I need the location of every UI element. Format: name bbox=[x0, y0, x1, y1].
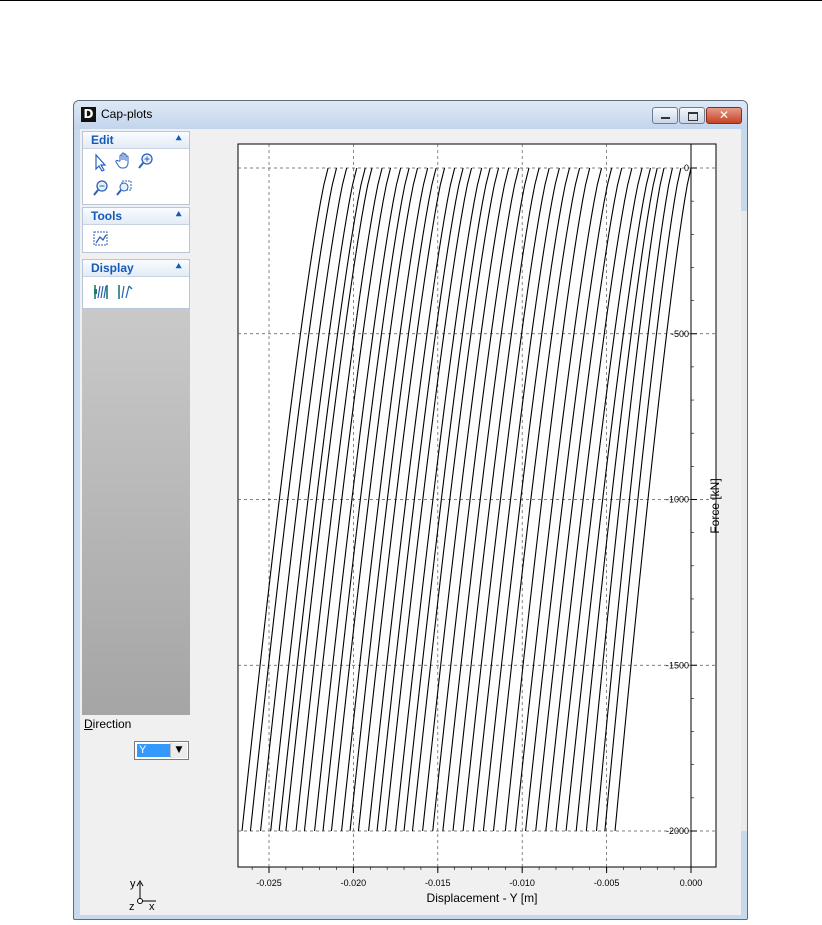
axis-z-label: z bbox=[129, 901, 135, 911]
y-tick-label: -2000 bbox=[666, 826, 689, 836]
maximize-button[interactable] bbox=[679, 107, 705, 124]
direction-label: Direction bbox=[84, 717, 131, 731]
minimize-button[interactable] bbox=[652, 107, 678, 124]
axes-triad-icon: y z x bbox=[129, 878, 156, 911]
y-tick-label: -1000 bbox=[666, 495, 689, 505]
x-tick-label: -0.010 bbox=[509, 878, 535, 888]
display-panel-header[interactable]: Display ⯅ bbox=[83, 260, 189, 277]
x-axis-label: Displacement - Y [m] bbox=[427, 891, 538, 905]
x-tick-label: 0.000 bbox=[680, 878, 703, 888]
title-bar[interactable]: D Cap-plots ✕ bbox=[74, 101, 747, 129]
collapse-chevron-icon[interactable]: ⯅ bbox=[174, 208, 183, 222]
sidebar: Edit ⯅ Tools ⯅ Display ⯅ Direction Y ▼ y… bbox=[80, 129, 192, 915]
axis-y-label: y bbox=[130, 878, 136, 890]
x-tick-label: -0.025 bbox=[256, 878, 282, 888]
close-button[interactable]: ✕ bbox=[706, 107, 742, 124]
close-icon: ✕ bbox=[718, 108, 730, 122]
edit-panel-header[interactable]: Edit ⯅ bbox=[83, 132, 189, 149]
zoom-in-icon[interactable] bbox=[136, 151, 156, 171]
direction-select[interactable]: Y ▼ bbox=[134, 741, 189, 760]
y-tick-label: -1500 bbox=[666, 660, 689, 670]
zoom-rect-icon[interactable] bbox=[114, 178, 134, 198]
tools-panel-header[interactable]: Tools ⯅ bbox=[83, 208, 189, 225]
tools-panel-title: Tools bbox=[91, 209, 123, 223]
client-area: Edit ⯅ Tools ⯅ Display ⯅ Direction Y ▼ y… bbox=[80, 129, 747, 915]
x-tick-label: -0.005 bbox=[594, 878, 620, 888]
collapse-chevron-icon[interactable]: ⯅ bbox=[174, 132, 183, 146]
plot-area[interactable]: -0.025 -0.020 -0.015 -0.010 -0.005 0.000 0 -500… bbox=[195, 131, 740, 913]
pan-hand-icon[interactable] bbox=[114, 151, 134, 171]
y-axis-label: Force [kN] bbox=[708, 478, 722, 533]
direction-selected-value: Y bbox=[137, 744, 171, 757]
scale-curves-icon[interactable] bbox=[115, 282, 135, 302]
maximize-icon bbox=[688, 112, 698, 121]
chevron-down-icon[interactable]: ▼ bbox=[170, 743, 187, 758]
direction-label-mnemonic: D bbox=[84, 717, 93, 731]
edit-panel-title: Edit bbox=[91, 133, 114, 147]
display-panel: Display ⯅ bbox=[82, 259, 190, 309]
app-icon: D bbox=[81, 107, 96, 122]
tools-panel: Tools ⯅ bbox=[82, 207, 190, 253]
direction-label-text: irection bbox=[92, 717, 132, 731]
minimize-icon bbox=[661, 117, 670, 119]
export-plot-icon[interactable] bbox=[91, 229, 111, 249]
zoom-out-icon[interactable] bbox=[91, 178, 111, 198]
collapse-chevron-icon[interactable]: ⯅ bbox=[174, 260, 183, 274]
window-title: Cap-plots bbox=[101, 107, 153, 121]
y-tick-label: 0 bbox=[684, 163, 689, 173]
top-border-line bbox=[0, 0, 822, 1]
show-curves-icon[interactable] bbox=[91, 282, 111, 302]
cap-plots-window: D Cap-plots ✕ Edit ⯅ Tools ⯅ Display ⯅ D… bbox=[73, 100, 748, 920]
cap-plots-chart[interactable]: -0.025 -0.020 -0.015 -0.010 -0.005 0.000 0 -500… bbox=[195, 131, 740, 913]
x-tick-label: -0.020 bbox=[341, 878, 367, 888]
pointer-icon[interactable] bbox=[91, 153, 111, 173]
edit-panel: Edit ⯅ bbox=[82, 131, 190, 205]
display-panel-title: Display bbox=[91, 261, 134, 275]
sidebar-background bbox=[82, 309, 190, 715]
axis-x-label: x bbox=[149, 901, 155, 911]
y-tick-label: -500 bbox=[671, 329, 689, 339]
x-tick-label: -0.015 bbox=[425, 878, 451, 888]
plot-frame bbox=[237, 143, 717, 868]
vertical-scrollbar[interactable] bbox=[741, 211, 747, 831]
